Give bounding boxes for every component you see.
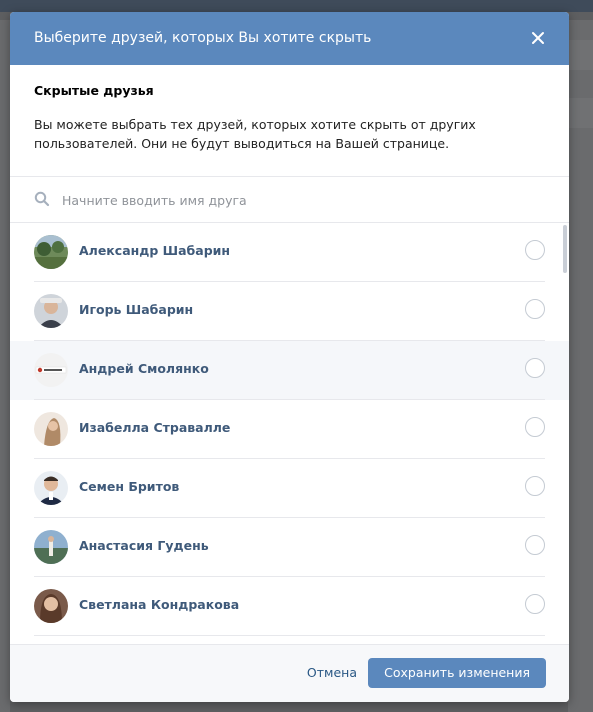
friend-name[interactable]: Светлана Кондракова [79,597,239,613]
friend-row[interactable]: Изабелла Страваллe [10,400,569,459]
avatar [34,353,68,387]
search-bar [10,177,569,223]
select-radio[interactable] [525,594,545,614]
save-button[interactable]: Сохранить изменения [368,658,546,688]
hide-friends-dialog: Выберите друзей, которых Вы хотите скрыт… [10,12,569,702]
select-radio[interactable] [525,240,545,260]
select-radio[interactable] [525,535,545,555]
friend-row[interactable]: Семен Бритов [10,459,569,518]
dialog-header: Выберите друзей, которых Вы хотите скрыт… [10,12,569,65]
dialog-title: Выберите друзей, которых Вы хотите скрыт… [34,30,372,46]
friend-row[interactable]: Светлана Кондракова [10,577,569,636]
friend-row[interactable]: Александр Шабарин [10,223,569,282]
friend-row[interactable]: Игорь Шабарин [10,282,569,341]
select-radio[interactable] [525,358,545,378]
friend-name[interactable]: Игорь Шабарин [79,302,193,318]
background-block [568,40,593,70]
avatar [34,412,68,446]
background-topbar [0,0,593,12]
avatar [34,471,68,505]
friend-name[interactable]: Изабелла Страваллe [79,420,230,436]
select-radio[interactable] [525,417,545,437]
avatar [34,589,68,623]
friends-list: Александр Шабарин Игорь Шабарин Андрей С… [10,223,569,643]
close-icon[interactable] [527,27,549,49]
friend-row[interactable]: Анастасия Гудень [10,518,569,577]
info-text: Вы можете выбрать тех друзей, которых хо… [34,117,476,151]
avatar [34,235,68,269]
friend-name[interactable]: Семен Бритов [79,479,179,495]
select-radio[interactable] [525,299,545,319]
select-radio[interactable] [525,476,545,496]
search-input[interactable] [60,187,534,213]
friend-name[interactable]: Анастасия Гудень [79,538,209,554]
background-left-column [0,20,10,712]
background-block [568,98,593,128]
friend-name[interactable]: Андрей Смолянко [79,361,209,377]
avatar [34,530,68,564]
avatar [34,294,68,328]
search-icon [34,191,50,207]
cancel-button[interactable]: Отмена [307,665,357,681]
dialog-footer: Отмена Сохранить изменения [10,644,569,702]
info-section: Скрытые друзья Вы можете выбрать тех дру… [10,65,569,177]
friend-name[interactable]: Александр Шабарин [79,243,230,259]
scrollbar[interactable] [563,225,567,273]
friend-row[interactable]: Андрей Смолянко [10,341,569,400]
info-title: Скрытые друзья [34,83,154,98]
